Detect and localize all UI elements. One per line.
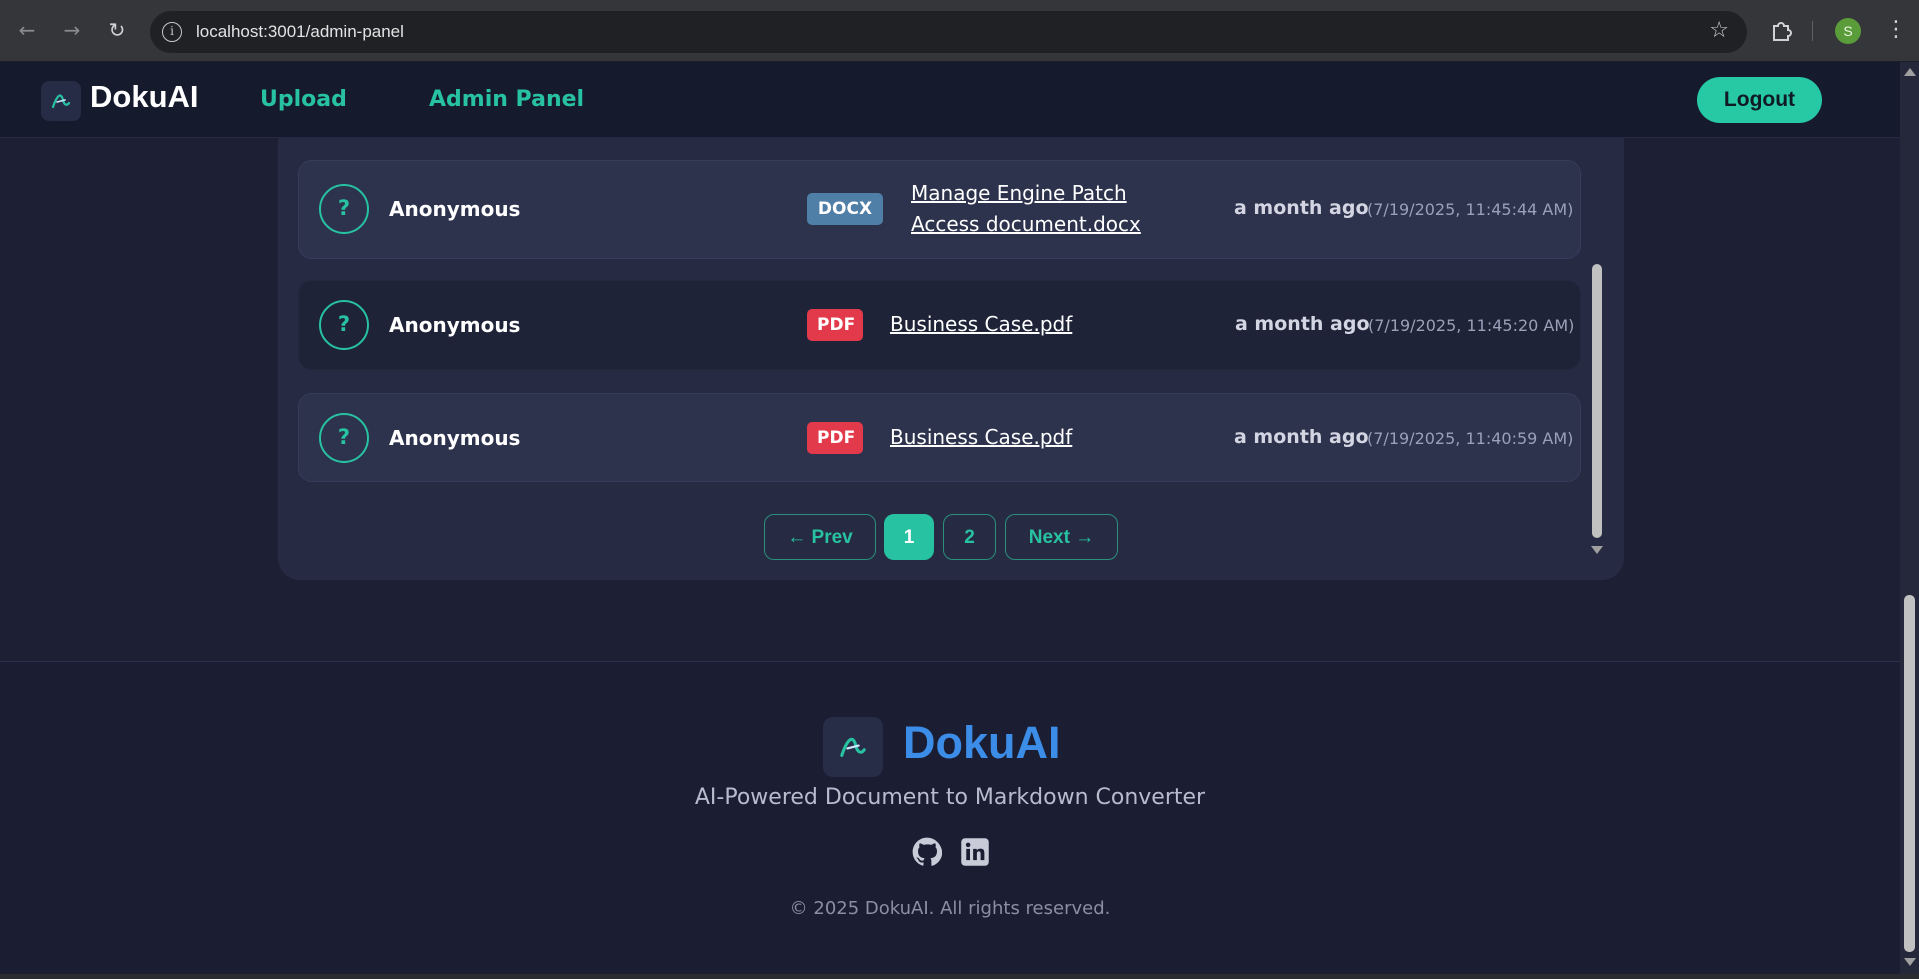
- file-link[interactable]: Manage Engine Patch Access document.docx: [911, 178, 1141, 240]
- github-icon[interactable]: [912, 837, 942, 867]
- toolbar-divider: [1812, 21, 1813, 41]
- page-scrollbar-thumb[interactable]: [1904, 595, 1915, 952]
- file-type-badge: PDF: [807, 422, 863, 454]
- upload-row: ? Anonymous PDF Business Case.pdf a mont…: [298, 393, 1581, 482]
- upload-row: ? Anonymous PDF Business Case.pdf a mont…: [298, 280, 1581, 370]
- extensions-puzzle-icon[interactable]: [1769, 17, 1795, 43]
- relative-time: a month ago: [1234, 426, 1369, 448]
- timestamp: (7/19/2025, 11:40:59 AM): [1367, 429, 1574, 448]
- next-page-button[interactable]: Next →: [1005, 514, 1118, 560]
- file-type-badge: PDF: [807, 309, 863, 341]
- nav-upload-link[interactable]: Upload: [260, 87, 347, 112]
- relative-time: a month ago: [1235, 313, 1370, 335]
- relative-time: a month ago: [1234, 197, 1369, 219]
- reload-icon[interactable]: ↻: [104, 17, 130, 43]
- unknown-user-avatar: ?: [319, 184, 369, 234]
- uploads-card: ? Anonymous DOCX Manage Engine Patch Acc…: [278, 138, 1624, 580]
- bookmark-star-icon[interactable]: ☆: [1709, 18, 1729, 43]
- scroll-down-arrow-icon[interactable]: [1904, 958, 1916, 966]
- linkedin-icon[interactable]: [960, 837, 990, 867]
- nav-admin-panel-link[interactable]: Admin Panel: [429, 87, 584, 112]
- file-link[interactable]: Business Case.pdf: [890, 309, 1072, 340]
- profile-avatar[interactable]: S: [1835, 18, 1861, 44]
- scroll-down-arrow-icon[interactable]: [1591, 546, 1603, 554]
- address-bar[interactable]: i localhost:3001/admin-panel ☆: [150, 11, 1747, 53]
- scroll-up-arrow-icon[interactable]: [1904, 68, 1916, 76]
- page-1-button[interactable]: 1: [884, 514, 934, 560]
- window-bottom-edge: [0, 974, 1919, 979]
- user-name: Anonymous: [389, 426, 521, 450]
- file-type-badge: DOCX: [807, 193, 883, 225]
- forward-arrow-icon[interactable]: →: [59, 17, 85, 43]
- user-name: Anonymous: [389, 313, 521, 337]
- url-text[interactable]: localhost:3001/admin-panel: [196, 22, 404, 42]
- unknown-user-avatar: ?: [319, 300, 369, 350]
- browser-toolbar: ← → ↻ i localhost:3001/admin-panel ☆ S ⋮: [0, 0, 1919, 62]
- dokuai-logo-icon[interactable]: [41, 81, 81, 121]
- footer-tagline: AI-Powered Document to Markdown Converte…: [694, 785, 1206, 810]
- brand-name[interactable]: DokuAI: [90, 79, 199, 115]
- list-scrollbar[interactable]: [1586, 138, 1608, 570]
- back-arrow-icon[interactable]: ←: [14, 17, 40, 43]
- upload-row: ? Anonymous DOCX Manage Engine Patch Acc…: [298, 160, 1581, 259]
- page-2-button[interactable]: 2: [943, 514, 996, 560]
- footer-brand-name: DokuAI: [903, 717, 1061, 768]
- site-info-icon[interactable]: i: [162, 22, 182, 42]
- list-scrollbar-thumb[interactable]: [1592, 264, 1602, 538]
- footer: DokuAI AI-Powered Document to Markdown C…: [0, 661, 1900, 974]
- app-header: DokuAI Upload Admin Panel Logout: [0, 62, 1900, 138]
- file-link[interactable]: Business Case.pdf: [890, 422, 1072, 453]
- unknown-user-avatar: ?: [319, 413, 369, 463]
- dokuai-logo-icon: [823, 717, 883, 777]
- file-link-line[interactable]: Manage Engine Patch: [911, 178, 1141, 209]
- file-link-line[interactable]: Access document.docx: [911, 209, 1141, 240]
- copyright-text: © 2025 DokuAI. All rights reserved.: [789, 898, 1111, 919]
- timestamp: (7/19/2025, 11:45:20 AM): [1368, 316, 1575, 335]
- browser-menu-icon[interactable]: ⋮: [1885, 15, 1907, 45]
- page-scrollbar[interactable]: [1900, 62, 1919, 974]
- timestamp: (7/19/2025, 11:45:44 AM): [1367, 200, 1574, 219]
- user-name: Anonymous: [389, 197, 521, 221]
- logout-button[interactable]: Logout: [1697, 77, 1822, 123]
- prev-page-button[interactable]: ← Prev: [764, 514, 876, 560]
